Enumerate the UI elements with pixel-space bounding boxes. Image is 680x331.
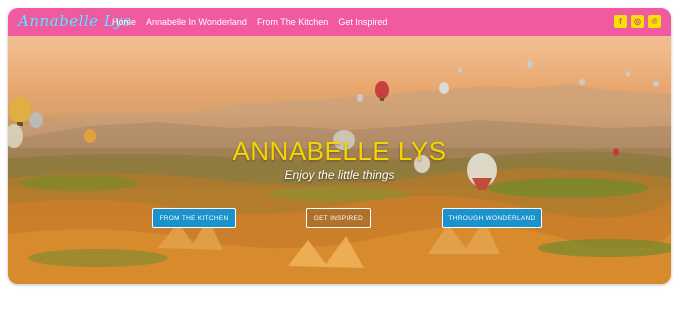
nav-get-inspired[interactable]: Get Inspired xyxy=(338,17,387,27)
from-the-kitchen-button[interactable]: FROM THE KITCHEN xyxy=(152,208,236,228)
hero-frame: Annabelle Lys Home Annabelle In Wonderla… xyxy=(8,8,671,284)
nav-annabelle-in-wonderland[interactable]: Annabelle In Wonderland xyxy=(146,17,247,27)
nav-from-the-kitchen[interactable]: From The Kitchen xyxy=(257,17,328,27)
facebook-icon[interactable]: f xyxy=(614,15,627,28)
hero-title: ANNABELLE LYS xyxy=(232,136,447,166)
nav-menu: Home Annabelle In Wonderland From The Ki… xyxy=(112,8,397,36)
instagram-icon[interactable]: ◎ xyxy=(631,15,644,28)
hero-tagline: Enjoy the little things xyxy=(284,168,395,182)
nav-home[interactable]: Home xyxy=(112,17,136,27)
navbar: Annabelle Lys Home Annabelle In Wonderla… xyxy=(8,8,671,36)
pinterest-icon[interactable]: ℗ xyxy=(648,15,661,28)
through-wonderland-button[interactable]: THROUGH WONDERLAND xyxy=(442,208,542,228)
get-inspired-button[interactable]: GET INSPIRED xyxy=(306,208,371,228)
social-links: f ◎ ℗ xyxy=(614,15,661,28)
